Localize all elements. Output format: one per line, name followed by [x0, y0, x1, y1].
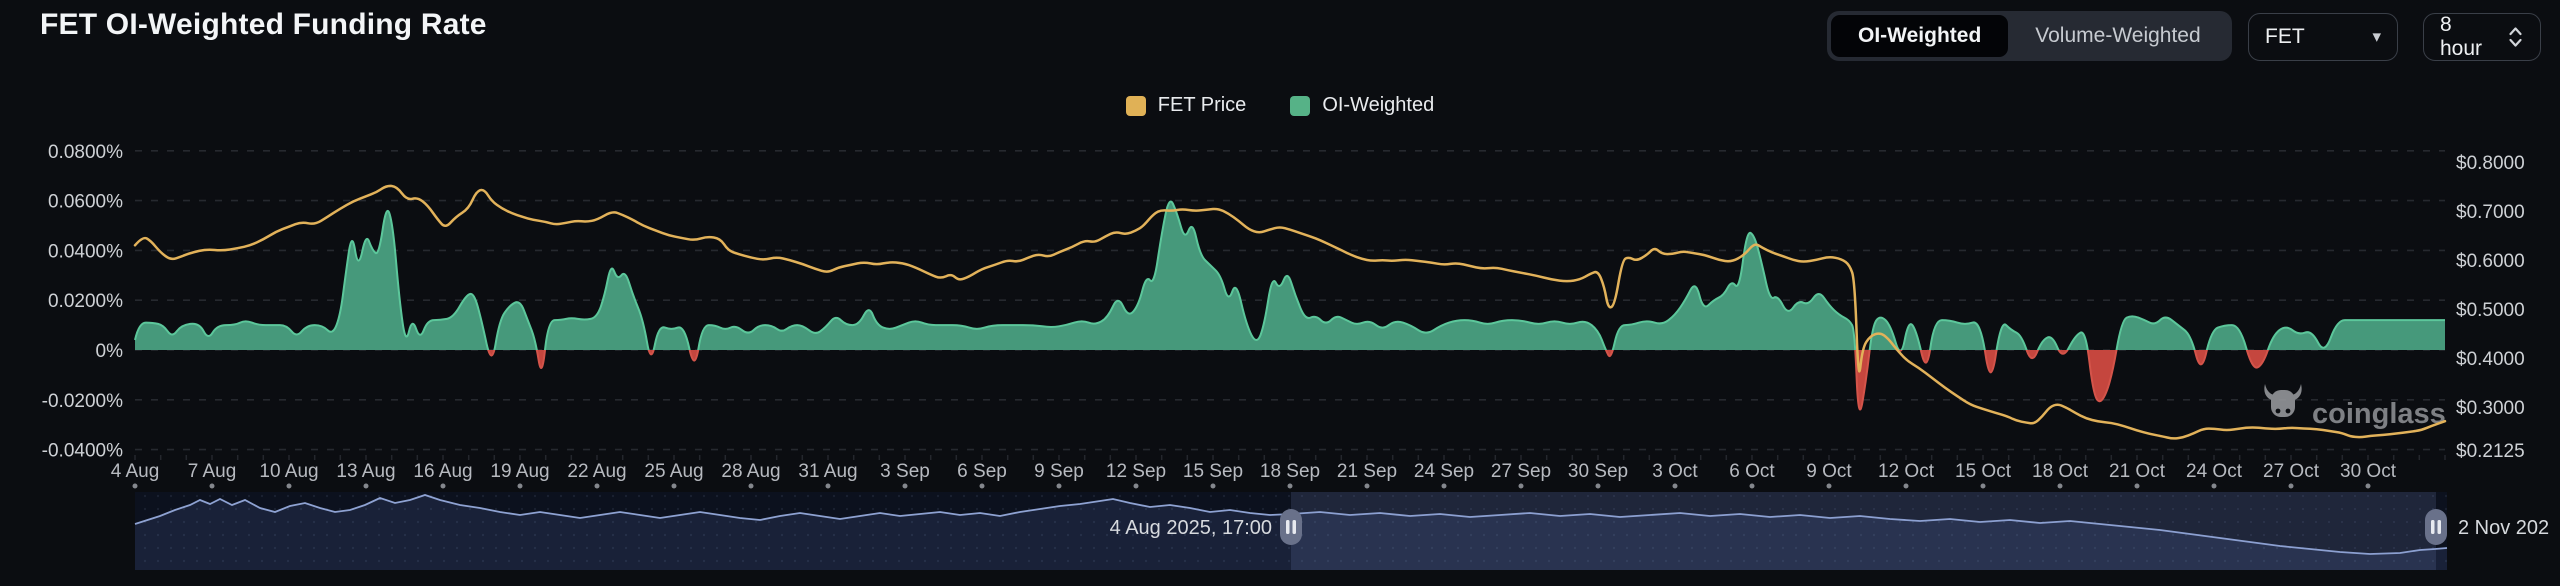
y-right-tick-label: $0.5000 — [2456, 300, 2525, 321]
y-left-tick-label: 0.0400% — [48, 241, 123, 262]
x-tick-label: 19 Aug — [490, 461, 549, 482]
navigator-end-label: 2 Nov 202 — [2458, 517, 2549, 539]
x-tick-dot — [287, 484, 292, 489]
navigator-start-label: 4 Aug 2025, 17:00 — [1110, 517, 1272, 539]
x-tick-dot — [1519, 484, 1524, 489]
x-tick-dot — [2058, 484, 2063, 489]
y-left-tick-label: 0.0800% — [48, 142, 123, 163]
x-tick-label: 12 Oct — [1878, 461, 1935, 482]
x-tick-dot — [1442, 484, 1447, 489]
x-tick-dot — [133, 484, 138, 489]
x-tick-label: 15 Sep — [1183, 461, 1243, 482]
x-tick-dot — [2212, 484, 2217, 489]
y-left-tick-label: -0.0400% — [42, 441, 123, 462]
x-tick-dot — [1827, 484, 1832, 489]
x-tick-dot — [1904, 484, 1909, 489]
x-tick-dot — [2366, 484, 2371, 489]
x-tick-dot — [980, 484, 985, 489]
navigator-selected-range[interactable] — [1291, 492, 2436, 570]
x-tick-label: 13 Aug — [336, 461, 395, 482]
funding-rate-chart: coinglass 0.0800%0.0600%0.0400%0.0200%0%… — [0, 0, 2560, 586]
x-tick-dot — [441, 484, 446, 489]
x-tick-label: 9 Sep — [1034, 461, 1084, 482]
x-tick-label: 9 Oct — [1806, 461, 1852, 482]
x-tick-label: 6 Oct — [1729, 461, 1775, 482]
funding-rate-page: FET OI-Weighted Funding Rate OI-Weighted… — [0, 0, 2560, 586]
x-tick-label: 27 Sep — [1491, 461, 1551, 482]
x-tick-label: 28 Aug — [721, 461, 780, 482]
x-tick-dot — [210, 484, 215, 489]
x-tick-dot — [1673, 484, 1678, 489]
navigator-left-handle[interactable] — [1280, 509, 1302, 545]
x-tick-dot — [1981, 484, 1986, 489]
x-tick-dot — [1211, 484, 1216, 489]
navigator — [135, 492, 2447, 570]
y-right-tick-label: $0.8000 — [2456, 153, 2525, 174]
x-tick-dot — [595, 484, 600, 489]
x-tick-label: 10 Aug — [259, 461, 318, 482]
x-tick-dot — [2289, 484, 2294, 489]
y-left-tick-label: -0.0200% — [42, 391, 123, 412]
y-left-tick-label: 0% — [96, 341, 124, 362]
x-tick-dot — [518, 484, 523, 489]
x-tick-dot — [1596, 484, 1601, 489]
y-left-tick-label: 0.0600% — [48, 192, 123, 213]
x-tick-label: 31 Aug — [798, 461, 857, 482]
y-left-tick-label: 0.0200% — [48, 291, 123, 312]
x-tick-label: 30 Oct — [2340, 461, 2397, 482]
x-tick-dot — [1288, 484, 1293, 489]
x-tick-label: 15 Oct — [1955, 461, 2012, 482]
x-tick-dot — [2135, 484, 2140, 489]
x-tick-label: 16 Aug — [413, 461, 472, 482]
x-tick-dot — [1750, 484, 1755, 489]
x-tick-label: 30 Sep — [1568, 461, 1628, 482]
x-tick-label: 21 Sep — [1337, 461, 1397, 482]
x-tick-label: 12 Sep — [1106, 461, 1166, 482]
x-tick-label: 7 Aug — [188, 461, 237, 482]
plot-area[interactable] — [135, 140, 2445, 460]
x-tick-label: 22 Aug — [567, 461, 626, 482]
y-right-tick-label: $0.6000 — [2456, 251, 2525, 272]
x-tick-dot — [1365, 484, 1370, 489]
x-tick-label: 21 Oct — [2109, 461, 2166, 482]
x-tick-dot — [1134, 484, 1139, 489]
x-tick-label: 18 Sep — [1260, 461, 1320, 482]
x-tick-label: 24 Sep — [1414, 461, 1474, 482]
y-right-tick-label: $0.2125 — [2456, 441, 2525, 462]
x-tick-label: 27 Oct — [2263, 461, 2320, 482]
y-right-tick-label: $0.3000 — [2456, 398, 2525, 419]
x-tick-label: 18 Oct — [2032, 461, 2089, 482]
x-tick-label: 25 Aug — [644, 461, 703, 482]
y-right-tick-label: $0.4000 — [2456, 349, 2525, 370]
x-tick-dot — [364, 484, 369, 489]
x-tick-dot — [749, 484, 754, 489]
x-tick-dot — [826, 484, 831, 489]
x-tick-label: 24 Oct — [2186, 461, 2243, 482]
x-tick-label: 4 Aug — [111, 461, 160, 482]
x-tick-dot — [672, 484, 677, 489]
x-tick-dot — [903, 484, 908, 489]
x-tick-dot — [1057, 484, 1062, 489]
x-tick-label: 6 Sep — [957, 461, 1007, 482]
x-tick-label: 3 Oct — [1652, 461, 1698, 482]
y-right-tick-label: $0.7000 — [2456, 202, 2525, 223]
x-tick-label: 3 Sep — [880, 461, 930, 482]
navigator-right-handle[interactable] — [2425, 509, 2447, 545]
